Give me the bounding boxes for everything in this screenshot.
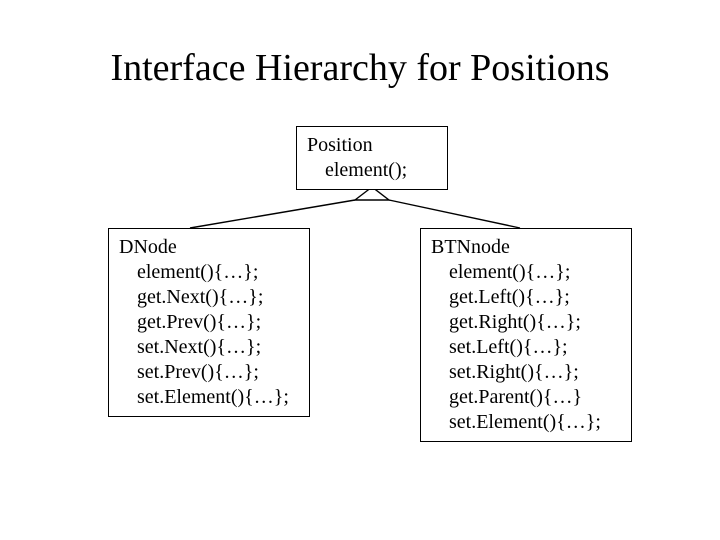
dnode-method: set.Next(){…}; (119, 335, 299, 360)
page-title: Interface Hierarchy for Positions (0, 46, 720, 90)
dnode-method: set.Element(){…}; (119, 385, 299, 410)
position-box: Position element(); (296, 126, 448, 190)
dnode-method: element(){…}; (119, 260, 299, 285)
btnnode-method: set.Left(){…}; (431, 335, 621, 360)
dnode-method: get.Prev(){…}; (119, 310, 299, 335)
position-method: element(); (307, 158, 437, 183)
dnode-name: DNode (119, 235, 299, 260)
btnnode-box: BTNnode element(){…}; get.Left(){…}; get… (420, 228, 632, 442)
dnode-method: set.Prev(){…}; (119, 360, 299, 385)
btnnode-method: element(){…}; (431, 260, 621, 285)
btnnode-name: BTNnode (431, 235, 621, 260)
btnnode-method: get.Parent(){…} (431, 385, 621, 410)
btnnode-method: get.Left(){…}; (431, 285, 621, 310)
dnode-method: get.Next(){…}; (119, 285, 299, 310)
btnnode-method: set.Element(){…}; (431, 410, 621, 435)
btnnode-method: get.Right(){…}; (431, 310, 621, 335)
position-name: Position (307, 133, 437, 158)
btnnode-method: set.Right(){…}; (431, 360, 621, 385)
dnode-box: DNode element(){…}; get.Next(){…}; get.P… (108, 228, 310, 417)
